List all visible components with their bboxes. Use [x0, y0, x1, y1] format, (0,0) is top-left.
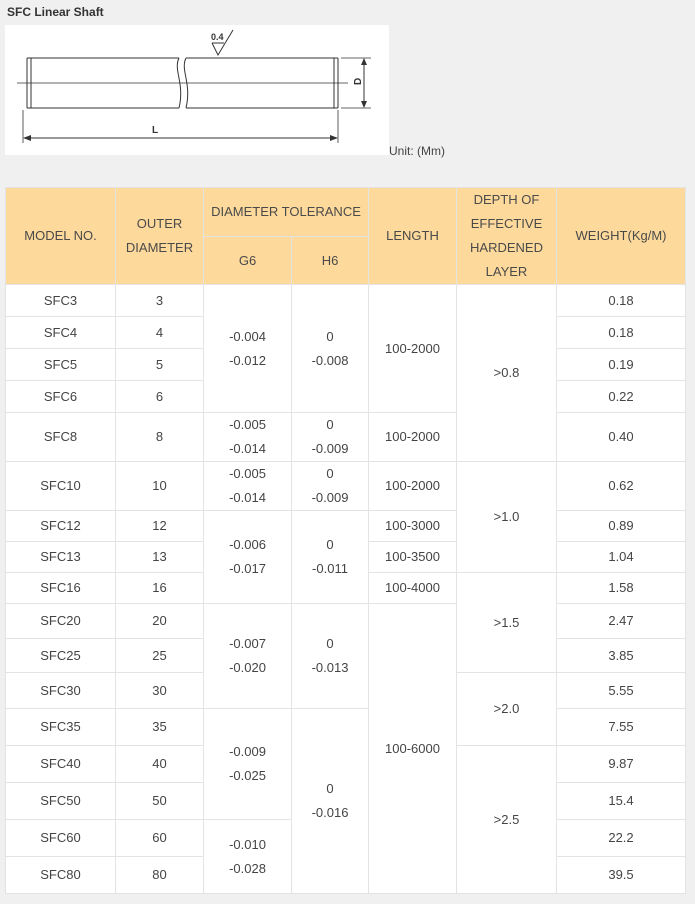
weight-cell: 3.85: [556, 638, 686, 673]
model-cell: SFC50: [5, 782, 116, 820]
unit-label: Unit: (Mm): [389, 144, 445, 158]
diameter-cell: 8: [115, 412, 204, 462]
diameter-cell: 35: [115, 708, 204, 746]
model-cell: SFC60: [5, 819, 116, 857]
g6-cell: -0.004 -0.012: [203, 284, 292, 413]
diameter-cell: 80: [115, 856, 204, 894]
h6-cell: 0 -0.016: [291, 708, 369, 894]
model-cell: SFC4: [5, 316, 116, 349]
g6-cell: -0.009 -0.025: [203, 708, 292, 820]
diameter-cell: 4: [115, 316, 204, 349]
model-cell: SFC80: [5, 856, 116, 894]
g6-cell: -0.006 -0.017: [203, 510, 292, 604]
length-cell: 100-2000: [368, 284, 457, 413]
weight-cell: 0.89: [556, 510, 686, 542]
diameter-cell: 10: [115, 461, 204, 511]
table-row: SFC10 10 -0.005 -0.014 0 -0.009 100-2000 >…: [5, 461, 686, 573]
header-model: MODEL NO.: [5, 187, 116, 285]
weight-cell: 5.55: [556, 672, 686, 709]
h6-cell: 0 -0.008: [291, 284, 369, 413]
header-weight: WEIGHT(Kg/M): [556, 187, 686, 285]
model-cell: SFC12: [5, 510, 116, 542]
length-cell: 100-2000: [368, 461, 457, 511]
diameter-cell: 30: [115, 672, 204, 709]
header-g6: G6: [203, 236, 292, 285]
length-cell: 100-3000: [368, 510, 457, 542]
diameter-cell: 25: [115, 638, 204, 673]
length-cell: 100-2000: [368, 412, 457, 462]
model-cell: SFC40: [5, 745, 116, 783]
model-cell: SFC6: [5, 380, 116, 413]
length-cell: 100-4000: [368, 572, 457, 604]
h6-cell: 0 -0.011: [291, 510, 369, 604]
weight-cell: 2.47: [556, 603, 686, 639]
length-label: L: [152, 125, 158, 136]
diameter-cell: 16: [115, 572, 204, 604]
table-row: SFC20 20 -0.007 -0.020 0 -0.013 100-6000 2…: [5, 603, 686, 894]
g6-cell: -0.005 -0.014: [203, 461, 292, 511]
diameter-cell: 13: [115, 541, 204, 573]
weight-cell: 9.87: [556, 745, 686, 783]
diameter-cell: 3: [115, 284, 204, 317]
weight-cell: 1.58: [556, 572, 686, 604]
g6-cell: -0.005 -0.014: [203, 412, 292, 462]
model-cell: SFC10: [5, 461, 116, 511]
weight-cell: 0.40: [556, 412, 686, 462]
diameter-cell: 5: [115, 348, 204, 381]
length-cell: 100-6000: [368, 603, 457, 894]
h6-cell: 0 -0.009: [291, 461, 369, 511]
length-cell: 100-3500: [368, 541, 457, 573]
table-row: SFC12 12 -0.006 -0.017 0 -0.011 100-3000 0…: [5, 510, 686, 604]
model-cell: SFC30: [5, 672, 116, 709]
diameter-cell: 6: [115, 380, 204, 413]
table-row: SFC35 35 -0.009 -0.025 0 -0.016 7.55: [5, 708, 686, 894]
weight-cell: 0.62: [556, 461, 686, 511]
spec-table: MODEL NO. OUTER DIAMETER DIAMETER TOLERA…: [5, 187, 686, 894]
model-cell: SFC35: [5, 708, 116, 746]
header-diameter-tolerance: DIAMETER TOLERANCE: [203, 187, 369, 237]
model-cell: SFC13: [5, 541, 116, 573]
weight-cell: 15.4: [556, 782, 686, 820]
weight-cell: 39.5: [556, 856, 686, 894]
diameter-cell: 12: [115, 510, 204, 542]
header-outer-diameter: OUTER DIAMETER: [115, 187, 204, 285]
model-cell: SFC3: [5, 284, 116, 317]
depth-cell: >0.8: [456, 284, 557, 462]
model-cell: SFC25: [5, 638, 116, 673]
h6-cell: 0 -0.009: [291, 412, 369, 462]
table-row: SFC8 8 -0.005 -0.014 0 -0.009 100-2000 0.4…: [5, 412, 686, 462]
weight-cell: 0.19: [556, 348, 686, 381]
page-title: SFC Linear Shaft: [7, 5, 104, 19]
depth-cell: >2.0: [456, 672, 557, 746]
diameter-cell: 60: [115, 819, 204, 857]
model-cell: SFC20: [5, 603, 116, 639]
g6-cell: -0.007 -0.020: [203, 603, 292, 709]
header-depth: DEPTH OF EFFECTIVE HARDENED LAYER: [456, 187, 557, 285]
weight-cell: 0.18: [556, 316, 686, 349]
depth-cell: >1.5: [456, 572, 557, 673]
diameter-label: D: [353, 78, 364, 85]
depth-cell: >1.0: [456, 461, 557, 573]
diameter-cell: 20: [115, 603, 204, 639]
shaft-drawing: 0.4 D L: [5, 25, 389, 155]
model-cell: SFC8: [5, 412, 116, 462]
table-row: SFC3 3 -0.004 -0.012 0 -0.008 100-2000 >0.…: [5, 284, 686, 462]
diameter-cell: 40: [115, 745, 204, 783]
header-h6: H6: [291, 236, 369, 285]
header-length: LENGTH: [368, 187, 457, 285]
weight-cell: 7.55: [556, 708, 686, 746]
g6-cell: -0.010 -0.028: [203, 819, 292, 894]
model-cell: SFC16: [5, 572, 116, 604]
weight-cell: 22.2: [556, 819, 686, 857]
model-cell: SFC5: [5, 348, 116, 381]
weight-cell: 1.04: [556, 541, 686, 573]
roughness-label: 0.4: [211, 32, 224, 42]
depth-cell: >2.5: [456, 745, 557, 894]
weight-cell: 0.22: [556, 380, 686, 413]
h6-cell: 0 -0.013: [291, 603, 369, 709]
diameter-cell: 50: [115, 782, 204, 820]
weight-cell: 0.18: [556, 284, 686, 317]
